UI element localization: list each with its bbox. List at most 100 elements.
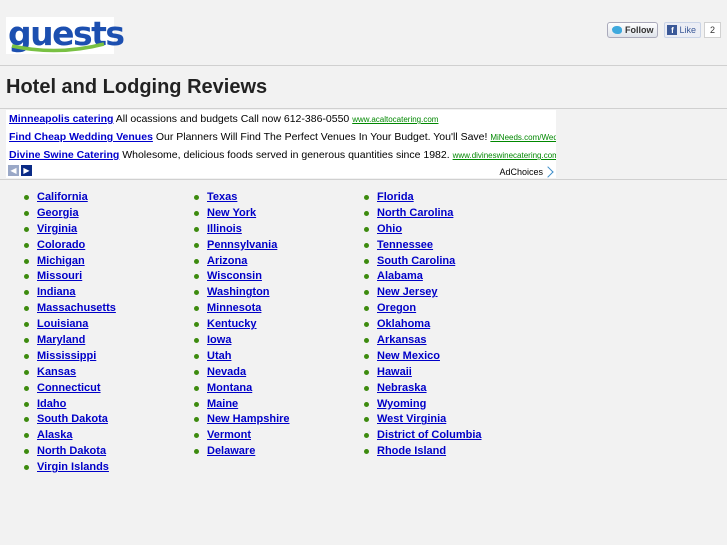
state-link[interactable]: Maine	[207, 398, 238, 410]
ad-url-link[interactable]: MiNeeds.com/Wedding-F	[490, 133, 556, 142]
adchoices-link[interactable]: AdChoices	[499, 166, 554, 178]
bullet-icon	[194, 195, 199, 200]
state-list-item: Utah	[194, 348, 290, 364]
bullet-icon	[24, 226, 29, 232]
facebook-like-button[interactable]: f Like	[664, 22, 701, 38]
state-link[interactable]: Indiana	[37, 286, 76, 298]
state-link[interactable]: Oklahoma	[377, 318, 430, 330]
ad-title-link[interactable]: Minneapolis catering	[9, 113, 113, 125]
twitter-follow-button[interactable]: Follow	[606, 22, 659, 38]
state-list-item: Arizona	[194, 253, 290, 269]
ad-url-link[interactable]: www.divineswinecatering.com	[453, 151, 556, 160]
state-link[interactable]: Nebraska	[377, 382, 427, 394]
state-link[interactable]: Arizona	[207, 255, 247, 267]
state-link[interactable]: Connecticut	[37, 382, 101, 394]
state-link[interactable]: Vermont	[207, 429, 251, 441]
ad-prev-arrow-icon[interactable]: ◀	[8, 165, 19, 176]
state-link[interactable]: Hawaii	[377, 366, 412, 378]
site-logo[interactable]: guests	[6, 15, 125, 54]
state-list-item: Mississippi	[24, 348, 116, 364]
state-link[interactable]: Wyoming	[377, 398, 426, 410]
state-link[interactable]: Mississippi	[37, 350, 96, 362]
ad-next-arrow-icon[interactable]: ▶	[21, 165, 32, 176]
ad-item: Minneapolis catering All ocassions and b…	[9, 110, 438, 128]
like-label: Like	[679, 25, 696, 35]
state-link[interactable]: Georgia	[37, 207, 79, 219]
bullet-icon	[24, 338, 29, 344]
state-link[interactable]: Utah	[207, 350, 231, 362]
state-link[interactable]: Kansas	[37, 366, 76, 378]
state-link[interactable]: New York	[207, 207, 256, 219]
state-link[interactable]: Michigan	[37, 255, 85, 267]
state-link[interactable]: Rhode Island	[377, 445, 446, 457]
state-link[interactable]: Alabama	[377, 270, 423, 282]
bullet-icon	[24, 417, 29, 423]
states-column-1: California Georgia Virginia Colorado Michiga…	[24, 189, 116, 475]
bullet-icon	[194, 322, 199, 328]
state-link[interactable]: West Virginia	[377, 413, 446, 425]
state-link[interactable]: Nevada	[207, 366, 246, 378]
state-list-item: Indiana	[24, 284, 116, 300]
state-link[interactable]: New Hampshire	[207, 413, 290, 425]
state-list-item: New Mexico	[364, 348, 482, 364]
bullet-icon	[364, 338, 369, 344]
state-list-item: Kansas	[24, 364, 116, 380]
state-link[interactable]: Pennsylvania	[207, 239, 277, 251]
bullet-icon	[194, 369, 199, 375]
bullet-icon	[364, 417, 369, 423]
state-link[interactable]: Alaska	[37, 429, 72, 441]
state-link[interactable]: North Carolina	[377, 207, 453, 219]
state-link[interactable]: Illinois	[207, 223, 242, 235]
state-list-item: Kentucky	[194, 316, 290, 332]
ad-navigation: ◀ ▶	[8, 165, 32, 176]
state-link[interactable]: Virgin Islands	[37, 461, 109, 473]
ad-title-link[interactable]: Find Cheap Wedding Venues	[9, 131, 153, 143]
state-list-item: North Carolina	[364, 205, 482, 221]
state-link[interactable]: Tennessee	[377, 239, 433, 251]
state-list-item: Oregon	[364, 300, 482, 316]
state-link[interactable]: Kentucky	[207, 318, 257, 330]
ad-title-link[interactable]: Divine Swine Catering	[9, 149, 119, 161]
state-link[interactable]: California	[37, 191, 88, 203]
state-link[interactable]: Maryland	[37, 334, 85, 346]
social-buttons: Follow f Like 2	[606, 22, 721, 38]
state-link[interactable]: South Carolina	[377, 255, 455, 267]
bullet-icon	[24, 401, 29, 407]
state-link[interactable]: District of Columbia	[377, 429, 482, 441]
ad-url-link[interactable]: www.acaltocatering.com	[352, 115, 438, 124]
bullet-icon	[364, 210, 369, 216]
state-link[interactable]: Oregon	[377, 302, 416, 314]
state-link[interactable]: North Dakota	[37, 445, 106, 457]
state-list-item: New Hampshire	[194, 411, 290, 427]
state-link[interactable]: Missouri	[37, 270, 82, 282]
state-list-item: New Jersey	[364, 284, 482, 300]
state-link[interactable]: Minnesota	[207, 302, 261, 314]
state-link[interactable]: Delaware	[207, 445, 255, 457]
state-link[interactable]: Virginia	[37, 223, 77, 235]
state-link[interactable]: Colorado	[37, 239, 85, 251]
follow-label: Follow	[624, 25, 654, 35]
state-link[interactable]: Idaho	[37, 398, 66, 410]
state-link[interactable]: New Mexico	[377, 350, 440, 362]
state-list-item: Hawaii	[364, 364, 482, 380]
state-link[interactable]: New Jersey	[377, 286, 438, 298]
state-link[interactable]: Ohio	[377, 223, 402, 235]
state-link[interactable]: Wisconsin	[207, 270, 262, 282]
bullet-icon	[194, 210, 199, 216]
state-list-item: South Carolina	[364, 253, 482, 269]
state-link[interactable]: Montana	[207, 382, 252, 394]
bullet-icon	[364, 258, 369, 264]
bullet-icon	[24, 449, 29, 455]
state-link[interactable]: Washington	[207, 286, 270, 298]
bullet-icon	[364, 290, 369, 296]
state-link[interactable]: Texas	[207, 191, 237, 203]
state-link[interactable]: Arkansas	[377, 334, 427, 346]
state-list-item: Illinois	[194, 221, 290, 237]
state-link[interactable]: Massachusetts	[37, 302, 116, 314]
bullet-icon	[364, 433, 369, 439]
state-link[interactable]: Iowa	[207, 334, 231, 346]
bullet-icon	[194, 242, 199, 248]
state-link[interactable]: Florida	[377, 191, 414, 203]
state-link[interactable]: South Dakota	[37, 413, 108, 425]
state-link[interactable]: Louisiana	[37, 318, 88, 330]
